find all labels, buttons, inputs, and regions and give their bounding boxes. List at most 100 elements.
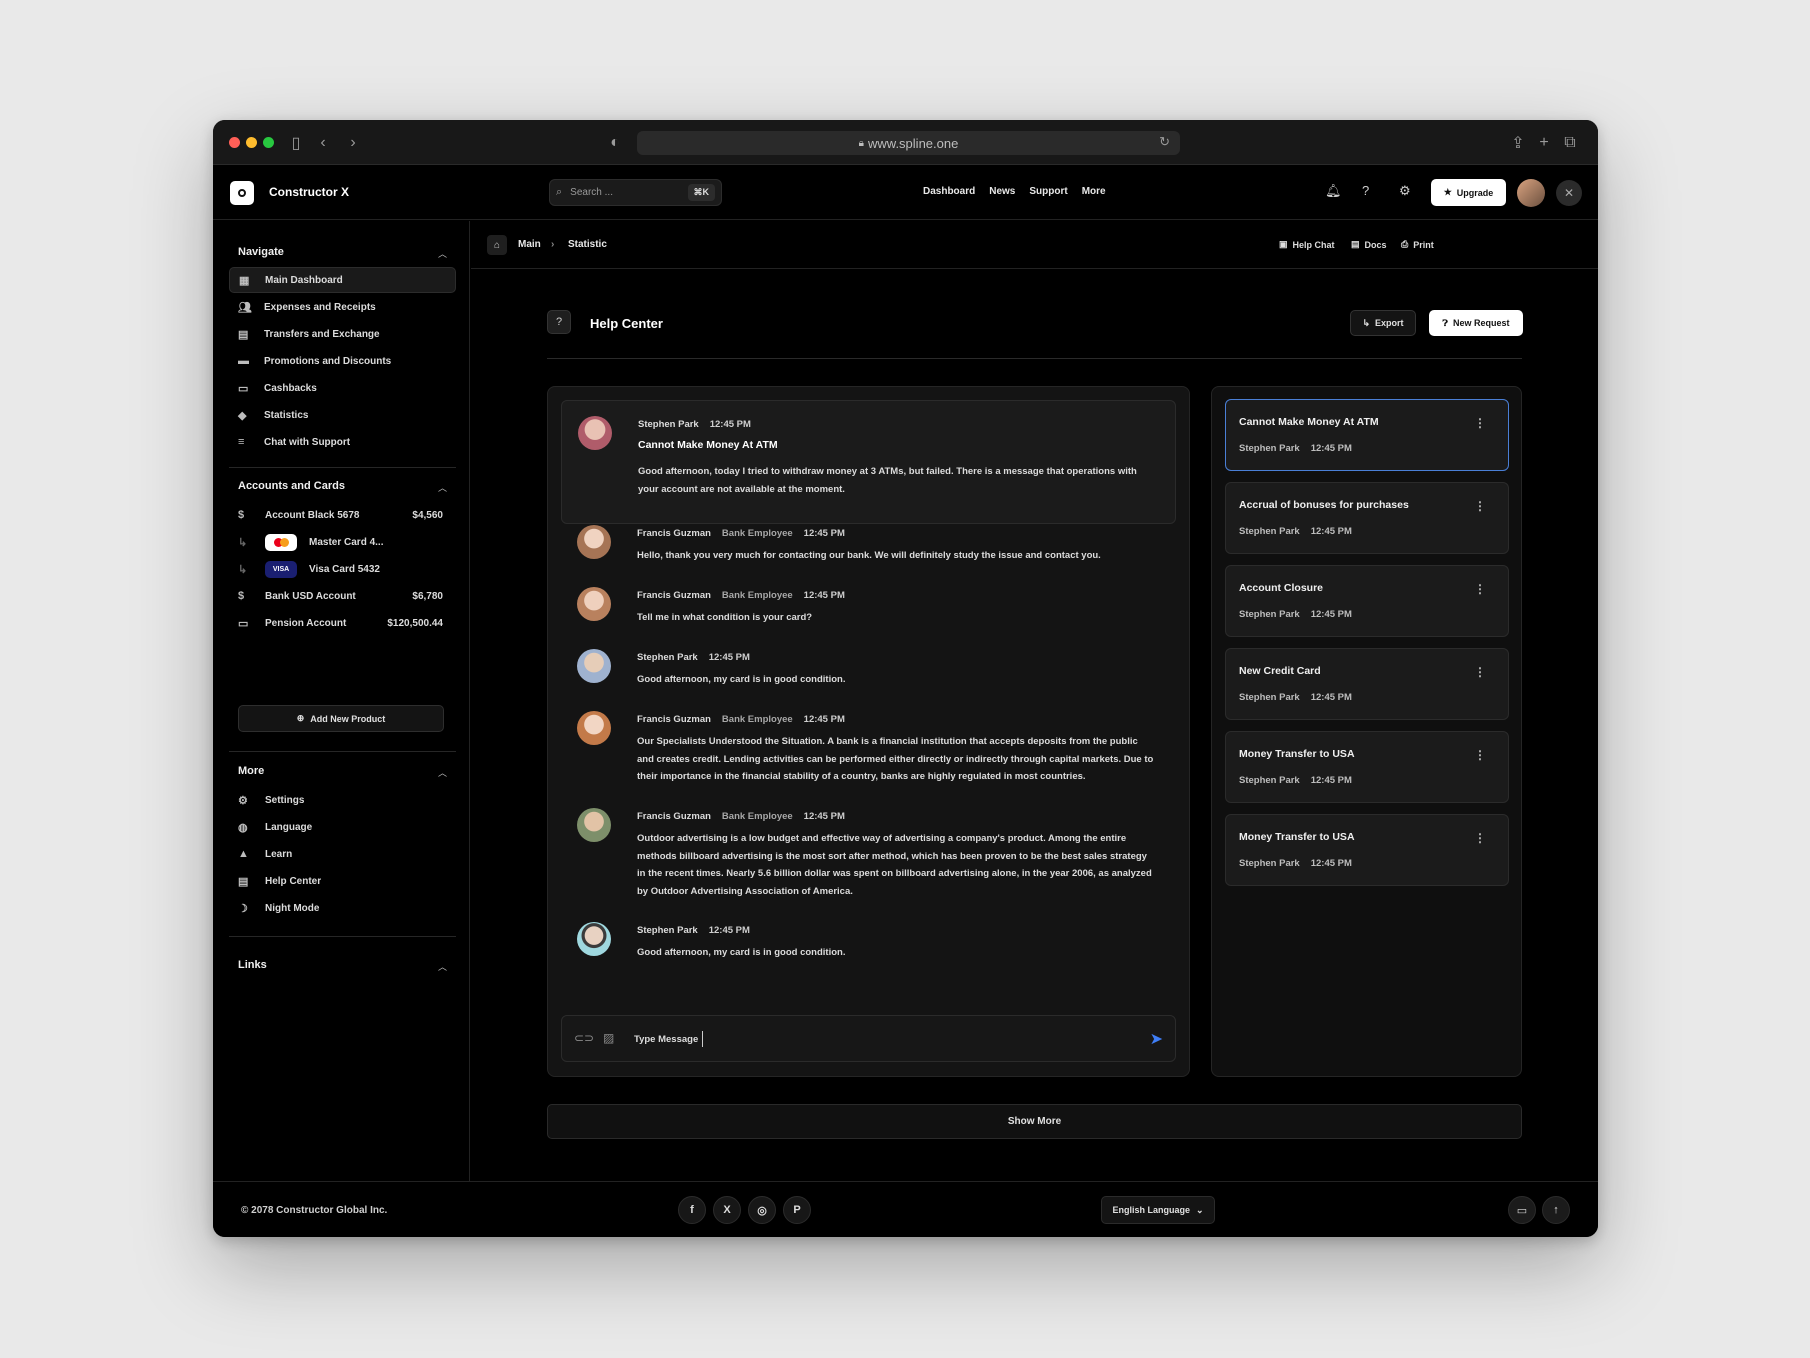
thread-card[interactable]: Money Transfer to USA Stephen Park 12:45 … [1225,731,1509,803]
account-item[interactable]: ↳ VISA Visa Card 5432 [238,556,443,582]
message-body: Tell me in what condition is your card? [637,612,813,623]
sidebar-item-transfers[interactable]: ▤ Transfers and Exchange [229,321,456,347]
more-vertical-icon[interactable]: ⋮ [1474,416,1486,430]
pinterest-icon[interactable]: P [783,1196,811,1224]
chat-bubble-icon[interactable]: ▭ [1508,1196,1536,1224]
account-amount: $6,780 [412,590,443,602]
message-author: Francis Guzman [637,714,711,725]
account-item[interactable]: ↳ Master Card 4... [238,529,443,555]
sidebar-item-help-center[interactable]: ▤ Help Center [238,868,443,894]
tabs-overview-icon[interactable]: ⧉ [1560,120,1580,165]
chat-icon: ▭ [238,617,249,630]
help-chat-link[interactable]: ▣ Help Chat [1279,239,1335,250]
sidebar-item-main-dashboard[interactable]: ▦ Main Dashboard [229,267,456,293]
sidebar-item-statistics[interactable]: ◆ Statistics [229,402,456,428]
sidebar-item-language[interactable]: ◍ Language [238,814,443,840]
instagram-icon[interactable]: ◎ [748,1196,776,1224]
sidebar-item-promotions[interactable]: ▬ Promotions and Discounts [229,348,456,374]
forward-icon[interactable]: › [343,120,363,165]
more-vertical-icon[interactable]: ⋮ [1474,499,1486,513]
sidebar-item-label: Chat with Support [264,436,351,448]
thread-card[interactable]: Money Transfer to USA Stephen Park 12:45 … [1225,814,1509,886]
breadcrumb-main[interactable]: Main [518,239,541,250]
moon-icon: ☽ [238,902,248,915]
docs-link[interactable]: ▤ Docs [1351,239,1387,250]
send-icon[interactable]: ➤ [1150,1029,1163,1049]
thread-card[interactable]: Account Closure Stephen Park 12:45 PM ⋮ [1225,565,1509,637]
shield-icon[interactable]: ◐ [605,120,625,165]
more-vertical-icon[interactable]: ⋮ [1474,748,1486,762]
sidebar-item-cashbacks[interactable]: ▭ Cashbacks [229,375,456,401]
image-icon[interactable]: ▨ [603,1031,614,1045]
share-icon[interactable]: ⇪ [1508,120,1528,165]
account-label: Pension Account [265,617,347,629]
print-link[interactable]: ⎙ Print [1401,239,1434,250]
close-window-button[interactable] [229,137,240,148]
facebook-icon[interactable]: f [678,1196,706,1224]
sidebar-item-label: Transfers and Exchange [264,328,380,340]
minimize-window-button[interactable] [246,137,257,148]
sidebar-toggle-icon[interactable]: ▯ [284,120,308,165]
avatar [577,922,611,956]
sidebar-item-night-mode[interactable]: ☽ Night Mode [238,895,443,921]
document-icon: ▤ [238,328,249,341]
menu-dashboard[interactable]: Dashboard [923,186,975,197]
chevron-up-icon[interactable]: ︿ [438,247,447,260]
help-center-icon: ? [547,310,571,334]
show-more-button[interactable]: Show More [547,1104,1522,1139]
language-select[interactable]: English Language ⌄ [1101,1196,1215,1224]
message-subject: Cannot Make Money At ATM [638,439,778,451]
message-composer[interactable]: ⊂⊃ ▨ Type Message ➤ [561,1015,1176,1062]
message-header: Francis Guzman Bank Employee 12:45 PM [637,811,845,822]
user-avatar[interactable] [1517,179,1545,207]
account-item[interactable]: $ Account Black 5678 $4,560 [238,502,443,528]
maximize-window-button[interactable] [263,137,274,148]
upgrade-button[interactable]: ★ Upgrade [1431,179,1506,206]
plus-circle-icon: ⊕ [296,713,305,723]
attachment-icon[interactable]: ⊂⊃ [574,1031,594,1045]
avatar [577,649,611,683]
add-new-product-button[interactable]: ⊕ Add New Product [238,705,444,732]
chevron-up-icon[interactable]: ︿ [438,766,447,779]
message-body: Hello, thank you very much for contactin… [637,550,1101,561]
menu-news[interactable]: News [989,186,1015,197]
new-tab-icon[interactable]: + [1534,120,1554,165]
back-icon[interactable]: ‹ [313,120,333,165]
chevron-up-icon[interactable]: ︿ [438,960,447,973]
thread-card[interactable]: Cannot Make Money At ATM Stephen Park 12:… [1225,399,1509,471]
message-header: Stephen Park 12:45 PM [637,652,750,663]
export-button[interactable]: ↳ Export [1350,310,1416,336]
menu-more[interactable]: More [1082,186,1106,197]
help-icon[interactable]: ? [1362,183,1369,198]
sidebar-item-learn[interactable]: ▲ Learn [238,841,443,867]
account-item[interactable]: ▭ Pension Account $120,500.44 [238,610,443,636]
chevron-up-icon[interactable]: ︿ [438,481,447,494]
close-icon[interactable]: ✕ [1556,180,1582,206]
sidebar-item-settings[interactable]: ⚙ Settings [238,787,443,813]
search-input[interactable]: ⌕ Search ... ⌘K [549,179,722,206]
message-time: 12:45 PM [803,714,845,725]
address-bar[interactable]: 🔒︎ www.spline.one ↻ [637,131,1180,155]
sidebar-item-expenses[interactable]: 👥︎ Expenses and Receipts [229,294,456,320]
thread-card[interactable]: New Credit Card Stephen Park 12:45 PM ⋮ [1225,648,1509,720]
arrow-up-icon[interactable]: ↑ [1542,1196,1570,1224]
sidebar-item-chat-support[interactable]: ≡ Chat with Support [229,429,456,455]
message-input[interactable]: Type Message [634,1034,698,1045]
bell-icon[interactable]: 🔔︎ [1325,183,1342,199]
menu-support[interactable]: Support [1029,186,1067,197]
account-item[interactable]: $ Bank USD Account $6,780 [238,583,443,609]
x-twitter-icon[interactable]: X [713,1196,741,1224]
chat-icon: ▭ [238,382,249,395]
home-icon[interactable]: ⌂ [487,235,507,255]
more-vertical-icon[interactable]: ⋮ [1474,582,1486,596]
dollar-icon: $ [238,590,245,602]
reload-icon[interactable]: ↻ [1159,134,1170,150]
more-vertical-icon[interactable]: ⋮ [1474,831,1486,845]
star-icon: ★ [1443,187,1452,197]
upgrade-label: Upgrade [1456,187,1494,198]
gear-icon[interactable]: ⚙ [1399,183,1411,199]
thread-card[interactable]: Accrual of bonuses for purchases Stephen… [1225,482,1509,554]
more-vertical-icon[interactable]: ⋮ [1474,665,1486,679]
app-logo[interactable] [230,181,254,205]
new-request-button[interactable]: ❓︎ New Request [1429,310,1523,336]
